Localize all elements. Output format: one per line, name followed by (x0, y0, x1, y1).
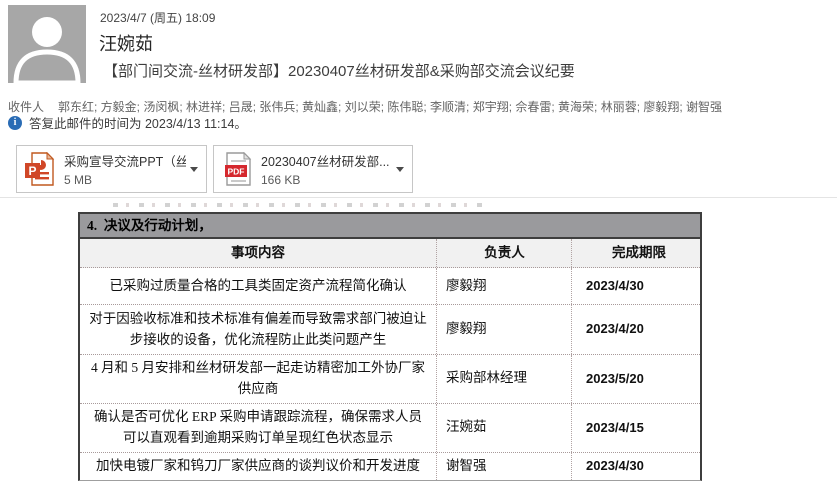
recipients-label: 收件人 (8, 100, 44, 114)
cell-deadline: 2023/4/30 (572, 268, 700, 304)
cell-owner: 汪婉茹 (437, 404, 572, 452)
attachment-info: 采购宣导交流PPT（丝... 5 MB (64, 151, 186, 187)
person-silhouette-icon (8, 5, 86, 83)
chevron-down-icon (190, 167, 198, 172)
attachment-size: 166 KB (261, 173, 392, 187)
table-row: 已采购过质量合格的工具类固定资产流程简化确认 廖毅翔 2023/4/30 (80, 268, 700, 305)
cell-item: 对于因验收标准和技术标准有偏差而导致需求部门被迫让步接收的设备，优化流程防止此类… (80, 305, 437, 354)
column-header-owner: 负责人 (437, 239, 572, 267)
cell-item: 4 月和 5 月安排和丝材研发部一起走访精密加工外协厂家供应商 (80, 355, 437, 403)
minutes-table: 4. 决议及行动计划， 事项内容 负责人 完成期限 已采购过质量合格的工具类固定… (78, 212, 702, 481)
email-reading-pane: 2023/4/7 (周五) 18:09 汪婉茹 【部门间交流-丝材研发部】202… (0, 0, 837, 490)
info-icon: i (8, 116, 22, 130)
column-header-item: 事项内容 (80, 239, 437, 267)
cell-item: 加快电镀厂家和钨刀厂家供应商的谈判议价和开发进度 (80, 453, 437, 480)
attachment-name: 采购宣导交流PPT（丝... (64, 155, 186, 169)
table-header-row: 事项内容 负责人 完成期限 (80, 239, 700, 268)
cell-owner: 廖毅翔 (437, 305, 572, 354)
table-row: 对于因验收标准和技术标准有偏差而导致需求部门被迫让步接收的设备，优化流程防止此类… (80, 305, 700, 355)
attachment-pdf[interactable]: PDF 20230407丝材研发部... 166 KB (213, 145, 413, 193)
column-header-deadline: 完成期限 (572, 239, 700, 267)
clipped-text-row (113, 203, 483, 207)
cell-deadline: 2023/4/15 (572, 404, 700, 452)
table-row: 4 月和 5 月安排和丝材研发部一起走访精密加工外协厂家供应商 采购部林经理 2… (80, 355, 700, 404)
sender-avatar[interactable] (8, 5, 86, 83)
cell-owner: 采购部林经理 (437, 355, 572, 403)
header-body-divider (0, 197, 837, 198)
infobar-text: 答复此邮件的时间为 2023/4/13 11:14。 (29, 113, 247, 132)
svg-text:PDF: PDF (228, 167, 245, 177)
powerpoint-file-icon: P (25, 152, 55, 186)
cell-owner: 廖毅翔 (437, 268, 572, 304)
attachment-info: 20230407丝材研发部... 166 KB (261, 151, 392, 187)
cell-deadline: 2023/4/30 (572, 453, 700, 480)
cell-item: 已采购过质量合格的工具类固定资产流程简化确认 (80, 268, 437, 304)
message-subject: 【部门间交流-丝材研发部】20230407丝材研发部&采购部交流会议纪要 (103, 60, 575, 81)
recipients-list[interactable]: 郭东红; 方毅金; 汤闵枫; 林进祥; 吕晟; 张伟兵; 黄灿鑫; 刘以荣; 陈… (58, 100, 722, 114)
attachment-dropdown-button[interactable] (186, 146, 202, 192)
chevron-down-icon (396, 167, 404, 172)
svg-text:P: P (28, 164, 36, 178)
cell-owner: 谢智强 (437, 453, 572, 480)
reply-infobar: i 答复此邮件的时间为 2023/4/13 11:14。 (8, 113, 247, 132)
table-row: 确认是否可优化 ERP 采购申请跟踪流程，确保需求人员可以直观看到逾期采购订单呈… (80, 404, 700, 453)
cell-deadline: 2023/4/20 (572, 305, 700, 354)
sender-name[interactable]: 汪婉茹 (99, 30, 153, 56)
attachment-ppt[interactable]: P 采购宣导交流PPT（丝... 5 MB (16, 145, 207, 193)
table-row: 加快电镀厂家和钨刀厂家供应商的谈判议价和开发进度 谢智强 2023/4/30 (80, 453, 700, 480)
attachment-size: 5 MB (64, 173, 186, 187)
section-title-bar: 4. 决议及行动计划， (80, 214, 700, 239)
attachment-name: 20230407丝材研发部... (261, 155, 390, 169)
pdf-file-icon: PDF (222, 152, 252, 186)
cell-deadline: 2023/5/20 (572, 355, 700, 403)
attachment-dropdown-button[interactable] (392, 146, 408, 192)
message-date: 2023/4/7 (周五) 18:09 (100, 9, 215, 26)
cell-item: 确认是否可优化 ERP 采购申请跟踪流程，确保需求人员可以直观看到逾期采购订单呈… (80, 404, 437, 452)
